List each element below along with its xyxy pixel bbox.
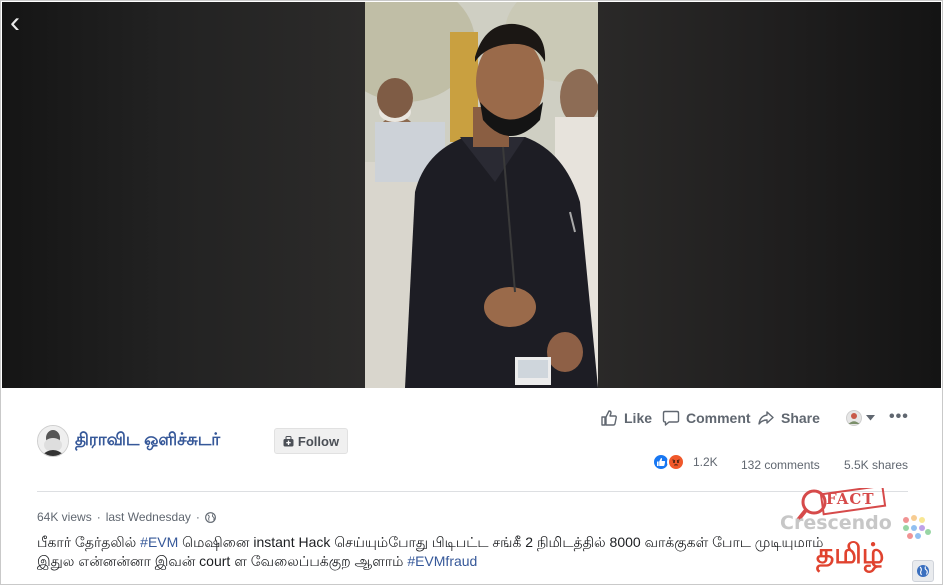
like-button[interactable]: Like xyxy=(600,408,652,428)
hashtag-evm-link[interactable]: #EVM xyxy=(140,534,178,550)
chevron-left-icon[interactable]: ‹ xyxy=(10,8,20,38)
share-label: Share xyxy=(781,410,820,426)
video-blurred-background-right xyxy=(598,2,941,388)
follow-label: Follow xyxy=(297,433,340,449)
post-meta: 64K views · last Wednesday · xyxy=(37,510,216,524)
caret-down-icon xyxy=(866,415,875,421)
meta-separator-2: · xyxy=(195,510,200,524)
watermark-brand-text: Crescendo xyxy=(780,512,892,534)
comment-label: Comment xyxy=(686,410,751,426)
video-player[interactable]: ‹ xyxy=(2,2,941,388)
avatar-portrait-image xyxy=(38,426,68,456)
reactions-summary[interactable]: 1.2K xyxy=(652,453,718,471)
share-button[interactable]: Share xyxy=(757,408,820,428)
views-count: 64K views xyxy=(37,510,92,524)
globe-button-icon xyxy=(917,565,929,577)
angry-reaction-icon xyxy=(667,453,685,471)
hashtag-evmfraud-link[interactable]: #EVMfraud xyxy=(407,553,477,569)
meta-separator: · xyxy=(96,510,101,524)
comment-button[interactable]: Comment xyxy=(662,408,751,428)
page-name-link[interactable]: திராவிட ஒளிச்சுடர் xyxy=(75,430,220,452)
watermark-language-text: தமிழ் xyxy=(816,538,885,569)
share-arrow-icon xyxy=(758,411,774,425)
comments-count-link[interactable]: 132 comments xyxy=(741,458,820,472)
post-timestamp-link[interactable]: last Wednesday xyxy=(106,510,191,524)
shares-count-link[interactable]: 5.5K shares xyxy=(844,458,908,472)
globe-icon xyxy=(204,511,216,523)
more-options-icon[interactable]: ••• xyxy=(889,408,909,426)
reactions-count: 1.2K xyxy=(693,455,718,469)
user-avatar-small-icon xyxy=(846,410,862,426)
language-globe-icon[interactable] xyxy=(912,560,934,582)
like-label: Like xyxy=(624,410,653,426)
page-avatar[interactable] xyxy=(37,425,69,457)
follow-icon xyxy=(283,435,294,446)
video-frame-image xyxy=(365,2,598,388)
video-frame[interactable] xyxy=(365,2,598,388)
caption-text: பீகார் தேர்தலில் xyxy=(37,534,141,550)
audience-selector[interactable] xyxy=(846,410,875,426)
thumbs-up-icon xyxy=(601,410,617,426)
watermark-fact-text: FACT xyxy=(826,490,875,508)
follow-button[interactable]: Follow xyxy=(274,428,348,454)
post-caption: பீகார் தேர்தலில் #EVM மெஷினை instant Hac… xyxy=(37,533,857,571)
video-blurred-background-left xyxy=(2,2,365,388)
comment-bubble-icon xyxy=(662,410,680,426)
